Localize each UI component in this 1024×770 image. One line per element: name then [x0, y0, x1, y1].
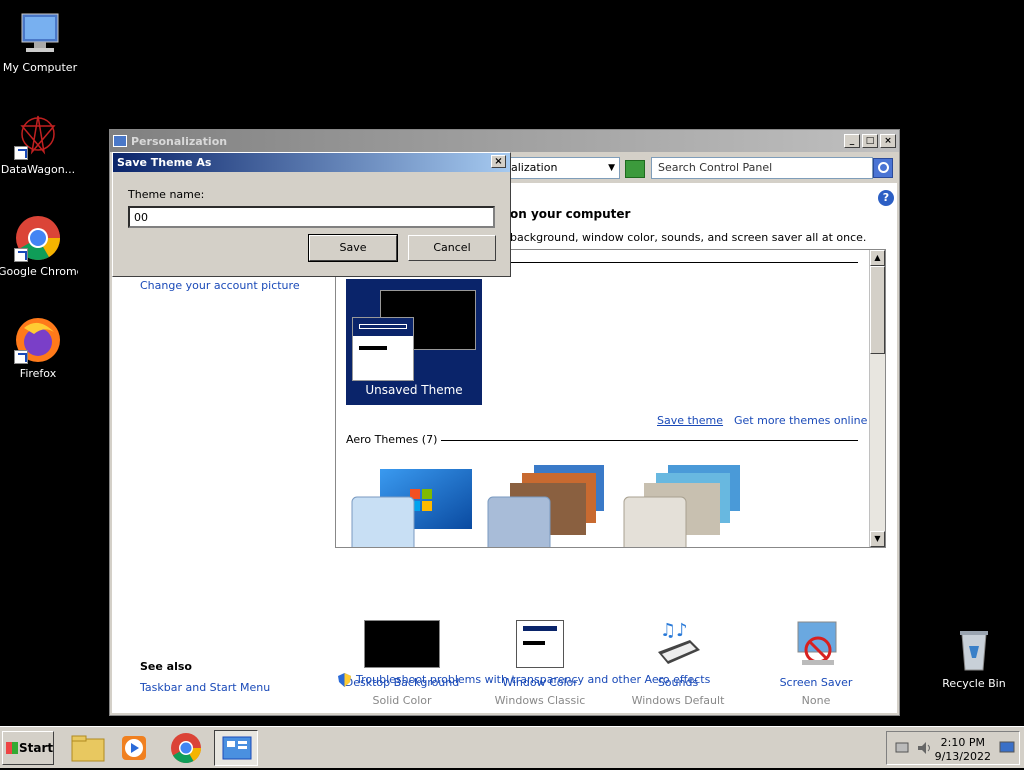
- refresh-icon[interactable]: [625, 160, 645, 178]
- minimize-button[interactable]: _: [844, 134, 860, 148]
- see-also-heading: See also: [140, 660, 192, 673]
- dialog-close-button[interactable]: ×: [491, 155, 506, 168]
- desktop-icon-label: Firefox: [19, 367, 57, 380]
- screen-saver-option[interactable]: Screen Saver None: [756, 620, 876, 707]
- show-desktop-icon[interactable]: [999, 740, 1015, 754]
- window-title: Personalization: [131, 134, 228, 148]
- control-panel-icon: [222, 736, 252, 760]
- dialog-titlebar[interactable]: Save Theme As ×: [113, 153, 510, 172]
- address-bar[interactable]: alization ▼: [510, 157, 620, 179]
- shortcut-arrow-icon: [14, 350, 28, 364]
- save-theme-link[interactable]: Save theme: [657, 414, 723, 427]
- media-player-icon: [122, 736, 146, 760]
- desktop-background-icon: [364, 620, 440, 668]
- option-title: Screen Saver: [779, 676, 853, 689]
- help-icon[interactable]: ?: [878, 190, 894, 206]
- taskbar-chrome[interactable]: [164, 730, 208, 766]
- aero-theme-thumb[interactable]: [350, 465, 480, 547]
- close-button[interactable]: ×: [880, 134, 896, 148]
- clock-date: 9/13/2022: [934, 750, 991, 763]
- option-value: None: [801, 694, 831, 707]
- save-button[interactable]: Save: [308, 234, 398, 262]
- start-button[interactable]: Start: [2, 731, 54, 765]
- sounds-option[interactable]: ♫♪ Sounds Windows Default: [618, 620, 738, 707]
- taskbar-control-panel[interactable]: [214, 730, 258, 766]
- datawagon-icon: [14, 112, 62, 160]
- system-tray: 2:10 PM 9/13/2022: [886, 731, 1020, 765]
- page-heading: on your computer: [510, 207, 631, 221]
- change-account-picture-link[interactable]: Change your account picture: [140, 279, 300, 292]
- computer-icon: [16, 10, 64, 58]
- aero-themes-header: Aero Themes (7): [346, 433, 442, 446]
- scroll-thumb[interactable]: [870, 266, 885, 354]
- aero-theme-thumb[interactable]: [486, 465, 616, 547]
- option-value: Windows Classic: [494, 694, 586, 707]
- desktop-icon-recycle-bin[interactable]: Recycle Bin: [934, 626, 1014, 690]
- aero-theme-thumb[interactable]: [622, 465, 752, 547]
- desktop-icon-firefox[interactable]: Firefox: [0, 316, 78, 380]
- search-icon[interactable]: [873, 158, 893, 178]
- theme-name-label: Theme name:: [128, 188, 205, 201]
- svg-text:♫♪: ♫♪: [660, 620, 688, 641]
- clock[interactable]: 2:10 PM 9/13/2022: [935, 736, 991, 764]
- chrome-icon: [171, 733, 201, 764]
- start-label: Start: [19, 741, 54, 755]
- scroll-down-button[interactable]: ▼: [870, 531, 885, 547]
- shortcut-arrow-icon: [14, 146, 28, 160]
- clock-time: 2:10 PM: [940, 736, 985, 749]
- firefox-icon: [14, 316, 62, 364]
- desktop-icon-label: Recycle Bin: [942, 677, 1006, 690]
- maximize-button[interactable]: □: [862, 134, 878, 148]
- control-panel-icon: [113, 135, 127, 147]
- desktop-icon-datawagon[interactable]: DataWagon...: [0, 112, 78, 176]
- desktop-background-option[interactable]: Desktop Background Solid Color: [342, 620, 462, 707]
- search-input[interactable]: Search Control Panel: [651, 157, 873, 179]
- scroll-up-button[interactable]: ▲: [870, 250, 885, 266]
- desktop-icon-google-chrome[interactable]: Google Chrome: [0, 214, 78, 278]
- option-value: Solid Color: [372, 694, 432, 707]
- get-more-themes-link[interactable]: Get more themes online: [734, 414, 867, 427]
- page-description: background, window color, sounds, and sc…: [510, 231, 867, 244]
- troubleshoot-aero-link[interactable]: Troubleshoot problems with transparency …: [356, 673, 710, 686]
- vertical-scrollbar[interactable]: ▲ ▼: [869, 250, 885, 547]
- taskbar-explorer[interactable]: [66, 730, 110, 766]
- option-value: Windows Default: [631, 694, 725, 707]
- theme-list[interactable]: Unsaved Theme Save theme Get more themes…: [335, 249, 886, 548]
- desktop-icon-label: DataWagon...: [0, 163, 76, 176]
- theme-tile-unsaved[interactable]: Unsaved Theme: [346, 279, 482, 405]
- sounds-icon: ♫♪: [640, 620, 716, 668]
- chrome-icon: [14, 214, 62, 262]
- cancel-button[interactable]: Cancel: [408, 235, 496, 261]
- shield-icon: [338, 673, 351, 687]
- tile-window-preview: [352, 317, 414, 381]
- shortcut-arrow-icon: [14, 248, 28, 262]
- taskbar-start-menu-link[interactable]: Taskbar and Start Menu: [140, 681, 270, 694]
- theme-name-input[interactable]: [128, 206, 495, 228]
- theme-tile-label: Unsaved Theme: [365, 383, 463, 397]
- recycle-bin-icon: [950, 626, 998, 674]
- window-color-icon: [516, 620, 564, 668]
- volume-icon[interactable]: [917, 741, 933, 755]
- desktop-icon-label: My Computer: [2, 61, 78, 74]
- desktop-icon-my-computer[interactable]: My Computer: [0, 10, 80, 74]
- chevron-down-icon[interactable]: ▼: [608, 158, 615, 178]
- window-titlebar[interactable]: Personalization _ □ ×: [110, 130, 899, 152]
- folder-icon: [71, 735, 105, 762]
- address-text: alization: [511, 161, 558, 174]
- dialog-title: Save Theme As: [117, 156, 212, 169]
- windows-flag-icon: [6, 742, 18, 754]
- taskbar-media-player[interactable]: [112, 730, 156, 766]
- desktop-icon-label: Google Chrome: [0, 265, 78, 278]
- network-icon[interactable]: [895, 741, 909, 755]
- taskbar: Start 2:10 PM 9/13/2022: [0, 726, 1024, 768]
- save-theme-dialog[interactable]: Save Theme As × Theme name: Save Cancel: [112, 152, 511, 277]
- screen-saver-icon: [778, 620, 854, 668]
- window-color-option[interactable]: Window Color Windows Classic: [480, 620, 600, 707]
